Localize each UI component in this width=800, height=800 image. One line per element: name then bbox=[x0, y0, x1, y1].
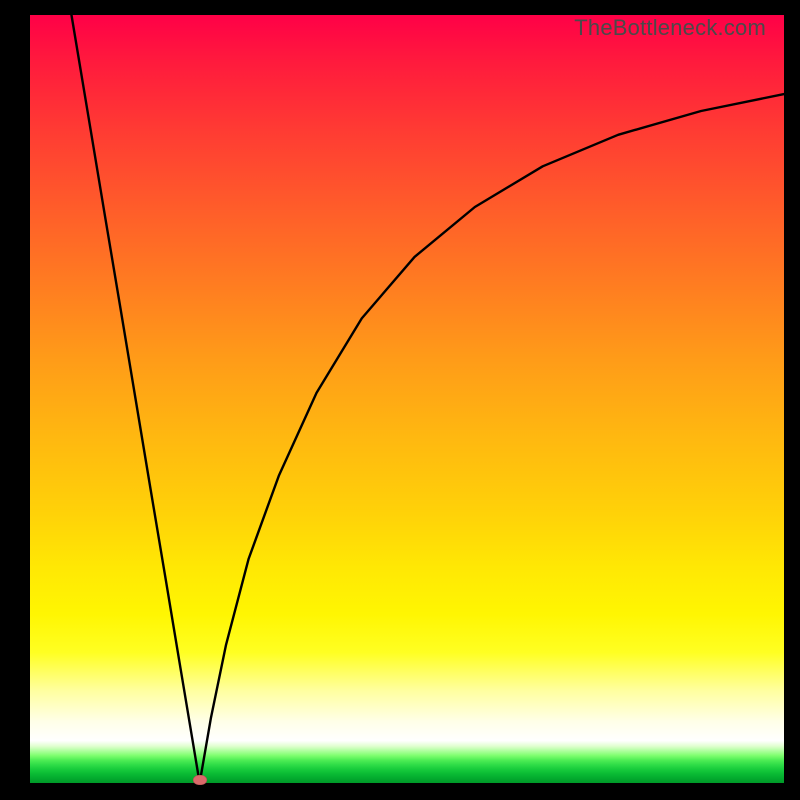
plot-area: TheBottleneck.com bbox=[30, 15, 784, 783]
minimum-marker bbox=[193, 775, 207, 785]
chart-frame: TheBottleneck.com bbox=[0, 0, 800, 800]
bottleneck-curve bbox=[30, 15, 784, 783]
